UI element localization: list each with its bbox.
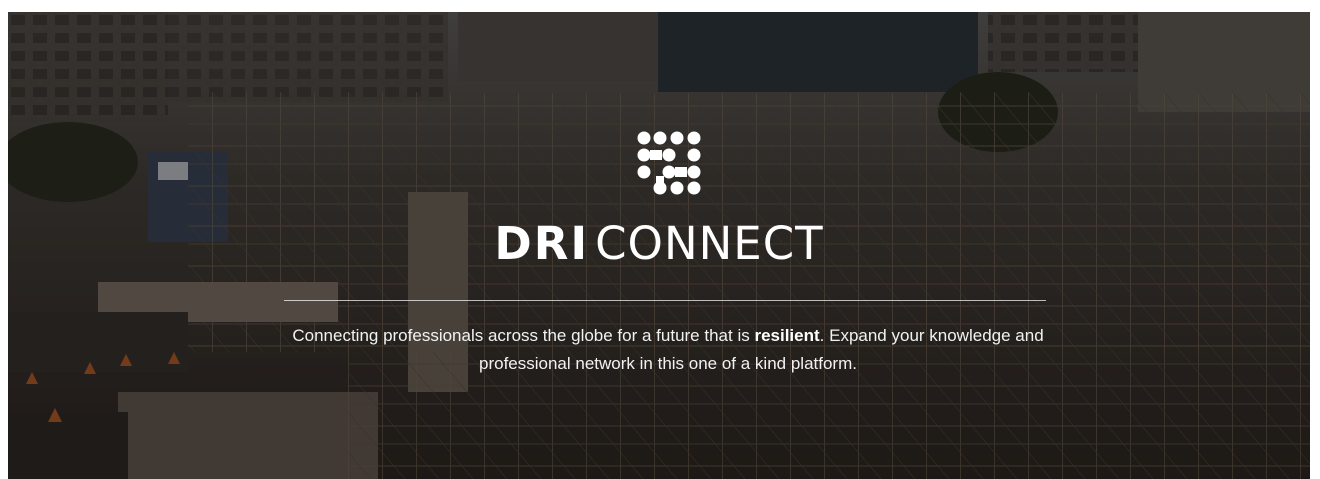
brand-name-strong: DRI [494, 217, 590, 270]
brand-wordmark: DRI CONNECT [8, 216, 1310, 272]
dot-grid-logo-icon [637, 131, 701, 195]
divider [284, 300, 1046, 301]
tagline-text-start: Connecting professionals across the glob… [292, 326, 755, 345]
tagline: Connecting professionals across the glob… [278, 322, 1058, 378]
brand-name-light: CONNECT [595, 217, 824, 270]
hero-banner: DRI CONNECT Connecting professionals acro… [8, 12, 1310, 479]
tagline-emphasis: resilient [754, 326, 820, 345]
